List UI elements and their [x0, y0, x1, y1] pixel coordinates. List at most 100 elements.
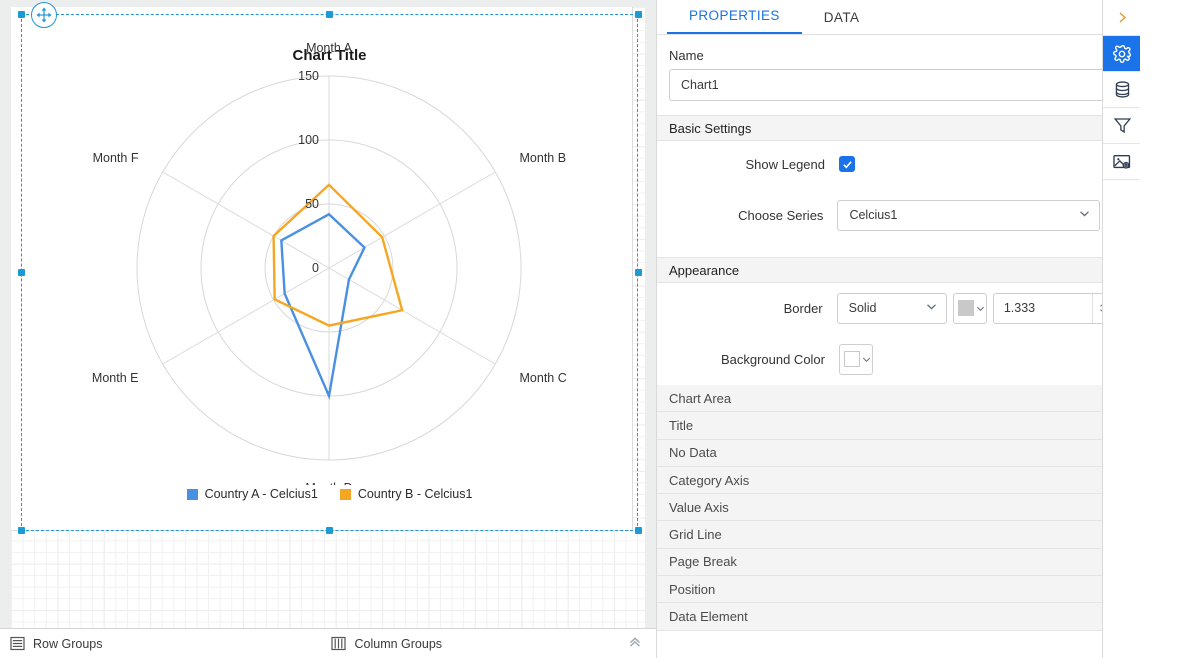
- chevron-double-up-icon: [628, 635, 642, 649]
- radar-category-label: Month A: [306, 41, 353, 55]
- section-row-label: Grid Line: [669, 527, 722, 542]
- section-row[interactable]: Category Axis+: [657, 467, 1140, 494]
- section-row-label: Position: [669, 582, 715, 597]
- resize-handle-bottom-right[interactable]: [635, 527, 642, 534]
- section-row[interactable]: No Data+: [657, 440, 1140, 467]
- move-handle[interactable]: [31, 2, 57, 28]
- show-legend-checkbox[interactable]: [839, 156, 855, 172]
- show-legend-row: Show Legend: [657, 141, 1140, 187]
- resize-handle-middle-right[interactable]: [635, 269, 642, 276]
- border-style-select[interactable]: Solid: [837, 293, 948, 324]
- column-groups-label: Column Groups: [354, 637, 442, 651]
- radar-axis-spoke: [329, 268, 495, 364]
- columns-icon: [331, 636, 346, 651]
- legend-label-series-b: Country B - Celcius1: [358, 487, 473, 501]
- column-groups-button[interactable]: Column Groups: [331, 636, 442, 651]
- border-row: Border Solid 1.333: [657, 283, 1140, 333]
- resize-handle-middle-left[interactable]: [18, 269, 25, 276]
- section-row[interactable]: Page Break+: [657, 549, 1140, 576]
- border-color-picker[interactable]: [953, 293, 987, 324]
- right-icon-rail[interactable]: [1102, 0, 1140, 658]
- section-row[interactable]: Value Axis+: [657, 494, 1140, 521]
- chevron-down-icon: [1078, 207, 1091, 223]
- radar-chart-svg: 050100150Month AMonth BMonth CMonth DMon…: [22, 15, 637, 485]
- section-row[interactable]: Position+: [657, 576, 1140, 603]
- rail-item-filter[interactable]: [1103, 108, 1140, 144]
- legend-label-series-a: Country A - Celcius1: [205, 487, 318, 501]
- section-row[interactable]: Data Element+: [657, 603, 1140, 630]
- gear-icon: [1112, 44, 1132, 64]
- choose-series-row: Choose Series Celcius1: [657, 187, 1140, 243]
- section-row-label: Page Break: [669, 554, 737, 569]
- border-width-input[interactable]: 1.333: [993, 293, 1115, 324]
- chart-legend: Country A - Celcius1 Country B - Celcius…: [22, 487, 637, 501]
- collapsed-sections-list[interactable]: Chart Area+Title+No Data+Category Axis+V…: [657, 385, 1140, 631]
- border-style-value: Solid: [849, 301, 877, 315]
- resize-handle-top-left[interactable]: [18, 11, 25, 18]
- background-color-row: Background Color: [657, 333, 1140, 385]
- border-label: Border: [669, 301, 837, 316]
- database-icon: [1113, 80, 1132, 99]
- chevron-down-icon: [925, 300, 938, 316]
- section-row-label: Chart Area: [669, 391, 731, 406]
- tab-properties[interactable]: PROPERTIES: [667, 8, 802, 34]
- properties-panel[interactable]: PROPERTIES DATA Name Chart1 Basic Settin…: [656, 0, 1140, 658]
- section-basic-settings-label: Basic Settings: [669, 121, 751, 136]
- chevron-down-icon: [862, 355, 871, 364]
- radar-category-label: Month C: [520, 371, 567, 385]
- panel-scroll-area[interactable]: Name Chart1 Basic Settings − Show Legend…: [657, 35, 1140, 658]
- radar-chart[interactable]: Chart Title 050100150Month AMonth BMonth…: [22, 15, 637, 530]
- row-groups-button[interactable]: Row Groups: [10, 636, 102, 651]
- report-designer-canvas[interactable]: Chart Title 050100150Month AMonth BMonth…: [0, 0, 656, 658]
- rail-item-image-settings[interactable]: [1103, 144, 1140, 180]
- rows-icon: [10, 636, 25, 651]
- legend-swatch-series-a: [187, 489, 198, 500]
- rail-item-properties[interactable]: [1103, 36, 1140, 72]
- section-row[interactable]: Grid Line+: [657, 521, 1140, 548]
- legend-item: Country A - Celcius1: [187, 487, 318, 501]
- radar-category-label: Month F: [93, 151, 139, 165]
- radar-category-label: Month B: [520, 151, 567, 165]
- resize-handle-top-right[interactable]: [635, 11, 642, 18]
- choose-series-label: Choose Series: [669, 208, 837, 223]
- section-appearance[interactable]: Appearance −: [657, 257, 1140, 283]
- radar-tick-label: 150: [298, 69, 319, 83]
- move-four-arrows-icon: [36, 7, 52, 23]
- radar-series-b: [274, 185, 403, 326]
- section-row-label: No Data: [669, 445, 717, 460]
- resize-handle-bottom-center[interactable]: [326, 527, 333, 534]
- border-color-swatch: [958, 300, 974, 316]
- image-settings-icon: [1112, 152, 1132, 172]
- name-field-label: Name: [657, 35, 1140, 69]
- designer-status-bar: Row Groups Column Groups: [0, 628, 656, 658]
- name-input[interactable]: Chart1: [669, 69, 1128, 101]
- show-legend-label: Show Legend: [669, 157, 839, 172]
- section-row[interactable]: Chart Area+: [657, 385, 1140, 412]
- section-row-label: Title: [669, 418, 693, 433]
- radar-series-a: [281, 214, 364, 396]
- border-width-value: 1.333: [1004, 301, 1035, 315]
- choose-series-select[interactable]: Celcius1: [837, 200, 1100, 231]
- panel-tabs[interactable]: PROPERTIES DATA: [657, 0, 1140, 35]
- section-basic-settings[interactable]: Basic Settings −: [657, 115, 1140, 141]
- legend-item: Country B - Celcius1: [340, 487, 473, 501]
- radar-axis-spoke: [329, 172, 495, 268]
- radar-category-label: Month D: [305, 481, 352, 485]
- choose-series-value: Celcius1: [849, 208, 897, 222]
- section-row-label: Category Axis: [669, 473, 749, 488]
- checkmark-icon: [842, 159, 853, 170]
- radar-tick-label: 0: [312, 261, 319, 275]
- chevron-down-icon: [976, 304, 985, 313]
- section-row[interactable]: Title+: [657, 412, 1140, 439]
- rail-item-data[interactable]: [1103, 72, 1140, 108]
- resize-handle-bottom-left[interactable]: [18, 527, 25, 534]
- radar-axis-spoke: [163, 268, 329, 364]
- radar-tick-label: 100: [298, 133, 319, 147]
- rail-expand-chevron-right-icon[interactable]: [1103, 0, 1140, 36]
- resize-handle-top-center[interactable]: [326, 11, 333, 18]
- tab-data[interactable]: DATA: [802, 10, 882, 34]
- background-color-swatch: [844, 351, 860, 367]
- background-color-picker[interactable]: [839, 344, 873, 375]
- collapse-panel-button[interactable]: [628, 635, 642, 652]
- section-row-label: Value Axis: [669, 500, 729, 515]
